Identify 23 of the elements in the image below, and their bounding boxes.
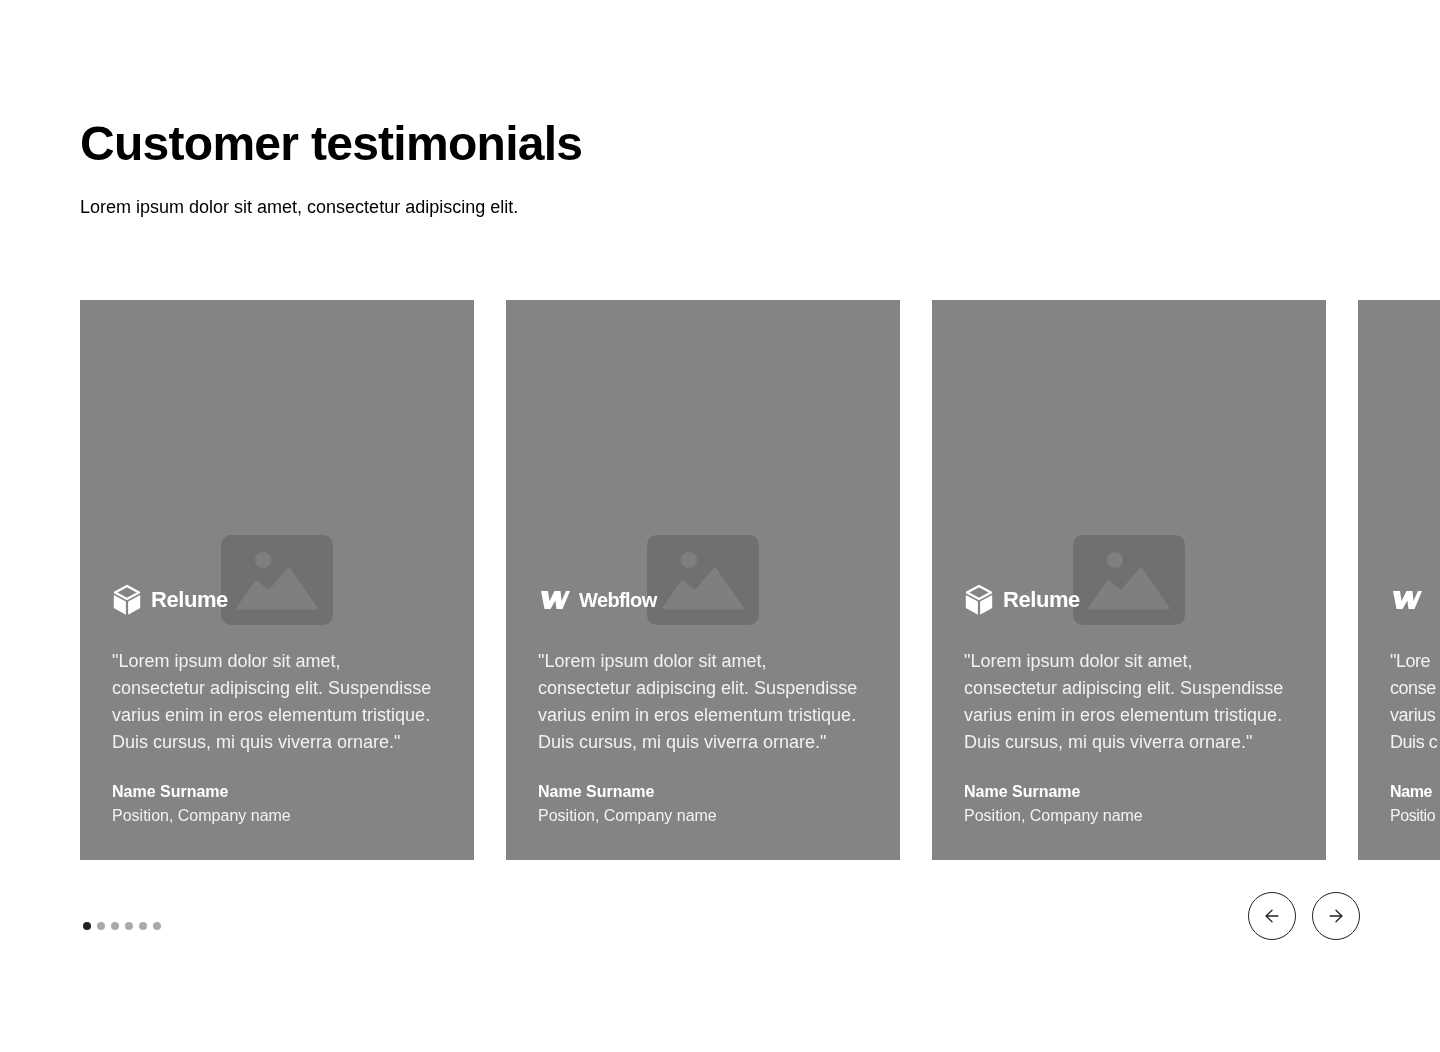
- section-heading: Customer testimonials: [80, 116, 583, 172]
- author-position: Position, Company name: [538, 805, 718, 826]
- author-name: Name: [1390, 781, 1432, 802]
- cube-icon: [964, 583, 994, 616]
- cube-icon: [112, 583, 142, 616]
- quote-text: "Lorem ipsum dolor sit amet, consectetur adipiscing elit. Suspendisse varius enim in eros elementum tristique. Duis cursus, mi quis viverra ornare.": [112, 649, 433, 754]
- brand-name: Relume: [151, 588, 228, 611]
- next-button[interactable]: [1312, 891, 1360, 940]
- quote-text: "Lore conse varius Duis c: [1390, 649, 1438, 754]
- author-name: Name Surname: [538, 781, 656, 802]
- quote-text: "Lorem ipsum dolor sit amet, consectetur adipiscing elit. Suspendisse varius enim in eros elementum tristique. Duis cursus, mi quis viverra ornare.": [538, 649, 859, 754]
- logo-icon: [538, 589, 570, 610]
- author-name: Name Surname: [964, 781, 1082, 802]
- author-position: Position, Company name: [112, 805, 292, 826]
- brand-name: Relume: [1003, 588, 1080, 611]
- brand-name: Webflow: [579, 589, 657, 610]
- logo-icon: [1390, 589, 1422, 610]
- quote-text: "Lorem ipsum dolor sit amet, consectetur adipiscing elit. Suspendisse varius enim in eros elementum tristique. Duis cursus, mi quis viverra ornare.": [964, 649, 1285, 754]
- previous-button[interactable]: [1248, 891, 1296, 940]
- author-position: Positio: [1390, 805, 1436, 826]
- author-position: Position, Company name: [964, 805, 1144, 826]
- author-name: Name Surname: [112, 781, 230, 802]
- section-subheading: Lorem ipsum dolor sit amet, consectetur adipiscing elit.: [80, 195, 519, 219]
